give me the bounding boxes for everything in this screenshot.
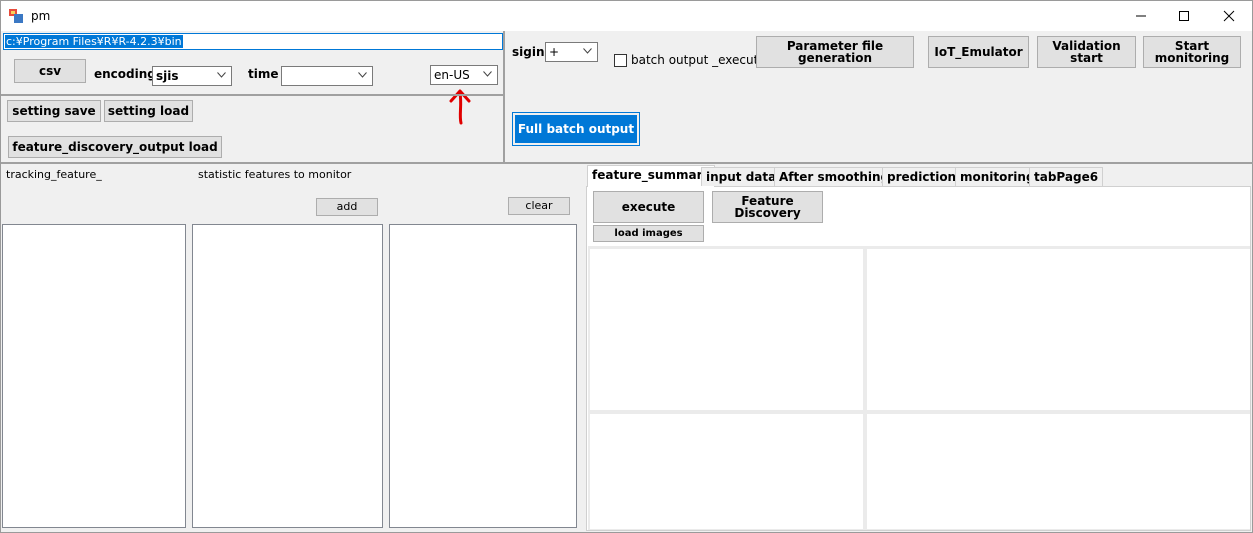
- time-select[interactable]: [281, 66, 373, 86]
- sigin-value: +: [549, 45, 560, 59]
- encoding-value: sjis: [156, 69, 179, 83]
- sigin-label: sigin: [512, 45, 545, 59]
- chevron-down-icon: [217, 72, 226, 78]
- encoding-label: encoding: [94, 67, 156, 81]
- path-input-value: c:¥Program Files¥R¥R-4.2.3¥bin: [5, 35, 183, 48]
- image-box: [590, 414, 863, 529]
- csv-button[interactable]: csv: [14, 59, 86, 83]
- app-window: pm c:¥Program Files¥R¥R-4.2.3¥bin csv en…: [0, 0, 1253, 533]
- annotation-arrow-icon: [449, 89, 471, 125]
- title-bar: pm: [1, 1, 1252, 31]
- minimize-icon: [1136, 15, 1146, 17]
- setting-load-button[interactable]: setting load: [104, 100, 193, 122]
- clear-button[interactable]: clear: [508, 197, 570, 215]
- iot-emulator-button[interactable]: IoT_Emulator: [928, 36, 1029, 68]
- chevron-down-icon: [483, 71, 492, 77]
- setting-save-button[interactable]: setting save: [7, 100, 101, 122]
- statistic-features-label: statistic features to monitor: [198, 168, 352, 181]
- feature-discovery-output-load-button[interactable]: feature_discovery_output load: [8, 136, 222, 158]
- time-label: time: [248, 67, 279, 81]
- monitored-features-list[interactable]: [389, 224, 577, 528]
- add-button[interactable]: add: [316, 198, 378, 216]
- path-input[interactable]: c:¥Program Files¥R¥R-4.2.3¥bin: [3, 33, 503, 50]
- tracking-feature-list[interactable]: [2, 224, 186, 528]
- chevron-down-icon: [583, 48, 592, 54]
- app-icon: [9, 9, 23, 23]
- feature-discovery-button[interactable]: Feature Discovery: [712, 191, 823, 223]
- batch-output-execute-label: batch output _execute: [631, 53, 766, 67]
- tab-prediction[interactable]: prediction: [882, 167, 962, 186]
- image-box: [867, 249, 1250, 410]
- tab-feature-summary[interactable]: feature_summary: [587, 165, 716, 187]
- full-batch-output-button[interactable]: Full batch output: [515, 115, 637, 143]
- tab-input-data[interactable]: input data: [701, 167, 782, 186]
- locale-value: en-US: [434, 68, 470, 82]
- maximize-icon: [1179, 11, 1189, 21]
- divider: [1, 162, 1253, 164]
- tab-after-smoothing[interactable]: After smoothing: [774, 167, 895, 186]
- tab-page6[interactable]: tabPage6: [1029, 167, 1104, 186]
- tracking-feature-label: tracking_feature_: [6, 168, 102, 181]
- sigin-select[interactable]: +: [545, 42, 598, 62]
- close-button[interactable]: [1206, 1, 1252, 31]
- locale-select[interactable]: en-US: [430, 65, 498, 85]
- tab-monitoring[interactable]: monitoring: [955, 167, 1040, 186]
- execute-button[interactable]: execute: [593, 191, 704, 223]
- window-title: pm: [31, 9, 51, 23]
- divider: [1, 94, 504, 96]
- minimize-button[interactable]: [1118, 1, 1164, 31]
- image-box: [590, 249, 863, 410]
- load-images-button[interactable]: load images: [593, 225, 704, 242]
- image-box: [867, 414, 1250, 529]
- close-icon: [1223, 10, 1235, 22]
- full-batch-output-frame: Full batch output: [512, 112, 640, 146]
- divider: [503, 31, 505, 163]
- statistic-features-list[interactable]: [192, 224, 383, 528]
- chevron-down-icon: [358, 72, 367, 78]
- parameter-file-generation-button[interactable]: Parameter file generation: [756, 36, 914, 68]
- validation-start-button[interactable]: Validation start: [1037, 36, 1136, 68]
- batch-output-execute-checkbox[interactable]: [614, 54, 627, 67]
- start-monitoring-button[interactable]: Start monitoring: [1143, 36, 1241, 68]
- encoding-select[interactable]: sjis: [152, 66, 232, 86]
- maximize-button[interactable]: [1161, 1, 1207, 31]
